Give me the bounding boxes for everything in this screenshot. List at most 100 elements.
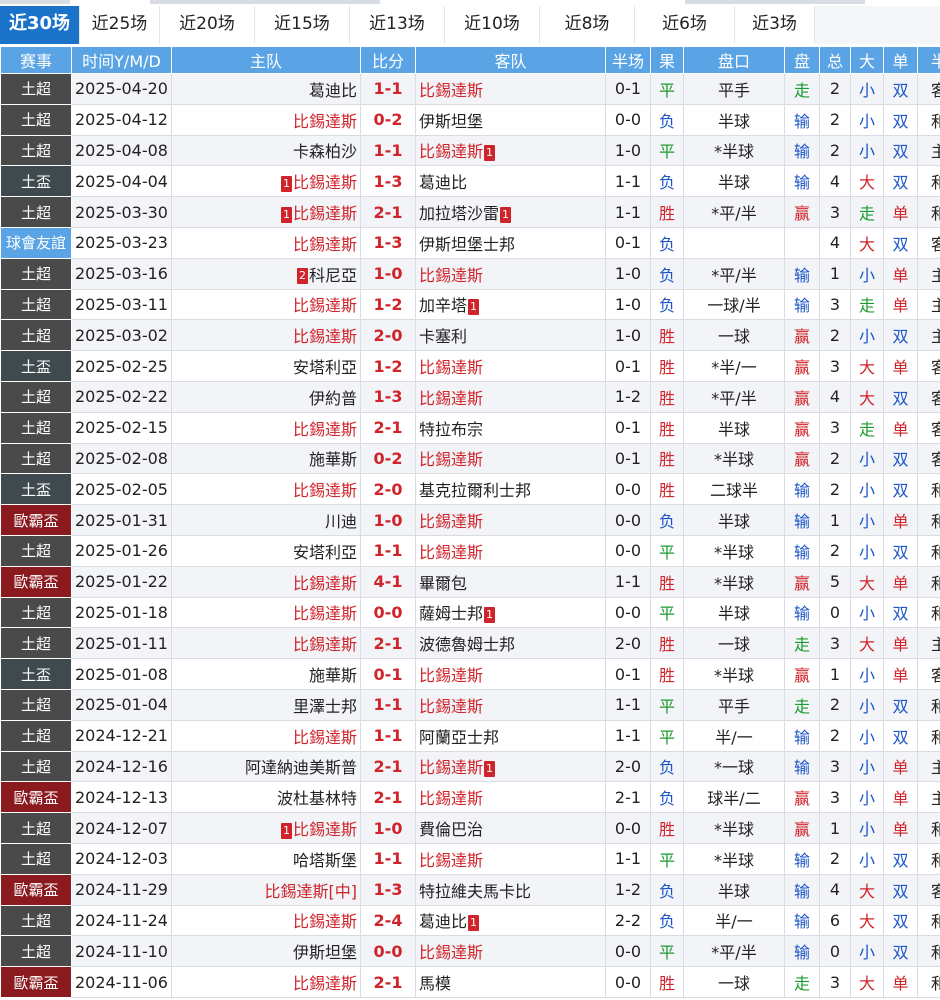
home-team-cell[interactable]: 安塔利亞 — [171, 534, 361, 567]
home-team-cell[interactable]: 里澤士邦 — [171, 688, 361, 721]
column-header[interactable]: 主队 — [171, 46, 361, 74]
table-row[interactable]: 土盃2025-01-08施華斯0-1比錫達斯0-1胜*半球赢1小单客 — [0, 658, 940, 690]
away-team-cell[interactable]: 比錫達斯 — [415, 442, 606, 475]
table-row[interactable]: 土超2025-01-26 安塔利亞1-1比錫達斯 0-0平*半球输2小双和 — [0, 534, 940, 567]
tab-近8场[interactable]: 近8场 — [540, 6, 635, 44]
home-team-cell[interactable]: 葛迪比 — [171, 73, 361, 105]
home-team-cell[interactable]: 安塔利亞 — [171, 350, 361, 382]
away-team-cell[interactable]: 畢爾包 — [415, 565, 606, 598]
home-team-cell[interactable]: 川迪 — [171, 504, 361, 536]
table-row[interactable]: 土超2025-01-11 比錫達斯2-1波德魯姆士邦 2-0胜一球走3大单主 — [0, 627, 940, 660]
column-header[interactable]: 总 — [819, 46, 851, 74]
column-header[interactable]: 单 — [883, 46, 918, 74]
column-header[interactable]: 盘口 — [683, 46, 785, 74]
home-team-cell[interactable]: 伊約普 — [171, 380, 361, 413]
home-team-cell[interactable]: 比錫達斯 — [171, 904, 361, 937]
away-team-cell[interactable]: 特拉維夫馬卡比 — [415, 873, 606, 906]
table-row[interactable]: 土超2024-12-21比錫達斯1-1阿蘭亞士邦1-1平半/一输2小双和 — [0, 719, 940, 752]
tab-近25场[interactable]: 近25场 — [80, 6, 160, 44]
tab-近30场[interactable]: 近30场 — [0, 6, 80, 44]
table-row[interactable]: 土超2025-03-301比錫達斯2-1加拉塔沙雷11-1胜*平/半赢3走单和 — [0, 196, 940, 228]
away-team-cell[interactable]: 比錫達斯 1 — [415, 134, 606, 167]
table-row[interactable]: 土超2025-02-15 比錫達斯2-1特拉布宗 0-1胜半球赢3走单客 — [0, 411, 940, 444]
column-header[interactable]: 时间Y/M/D — [71, 46, 172, 74]
away-team-cell[interactable]: 卡塞利 — [415, 319, 606, 352]
table-row[interactable]: 球會友誼2025-03-23 比錫達斯1-3伊斯坦堡士邦 0-1负 4大双客 — [0, 226, 940, 259]
column-header[interactable]: 半 — [917, 46, 940, 74]
table-row[interactable]: 土盃2025-02-25 安塔利亞1-2比錫達斯 0-1胜*半/一赢3大单客 — [0, 350, 940, 382]
away-team-cell[interactable]: 波德魯姆士邦 — [415, 627, 606, 660]
away-team-cell[interactable]: 比錫達斯 — [415, 73, 606, 105]
home-team-cell[interactable]: 哈塔斯堡 — [171, 842, 361, 875]
table-row[interactable]: 土超2025-02-08 施華斯0-2比錫達斯 0-1胜*半球赢2小双客 — [0, 442, 940, 475]
away-team-cell[interactable]: 馬模 — [415, 966, 606, 998]
home-team-cell[interactable]: 比錫達斯 — [171, 596, 361, 629]
table-row[interactable]: 歐霸盃2024-12-13波杜基林特2-1比錫達斯2-1负球半/二赢3小单主 — [0, 781, 940, 814]
home-team-cell[interactable]: 比錫達斯 — [171, 627, 361, 660]
away-team-cell[interactable]: 比錫達斯 — [415, 781, 606, 814]
away-team-cell[interactable]: 加拉塔沙雷 1 — [415, 196, 606, 228]
column-header[interactable]: 客队 — [415, 46, 606, 74]
away-team-cell[interactable]: 比錫達斯 — [415, 935, 606, 968]
tab-近15场[interactable]: 近15场 — [255, 6, 350, 44]
away-team-cell[interactable]: 比錫達斯 — [415, 534, 606, 567]
away-team-cell[interactable]: 葛迪比 — [415, 165, 606, 198]
column-header[interactable]: 果 — [650, 46, 684, 74]
table-row[interactable]: 土超2025-02-22 伊約普1-3比錫達斯 1-2胜*平/半赢4大双客 — [0, 380, 940, 413]
home-team-cell[interactable]: 波杜基林特 — [171, 781, 361, 814]
home-team-cell[interactable]: 比錫達斯 — [171, 226, 361, 259]
table-row[interactable]: 土超2025-04-20 葛迪比1-1比錫達斯 0-1平平手走2小双客 — [0, 73, 940, 105]
home-team-cell[interactable]: 阿達納迪美斯普 — [171, 750, 361, 783]
home-team-cell[interactable]: 1 比錫達斯 — [171, 165, 361, 198]
home-team-cell[interactable]: 比錫達斯 — [171, 473, 361, 506]
table-row[interactable]: 土超2024-11-24比錫達斯2-4葛迪比12-2负半/一输6大双和 — [0, 904, 940, 937]
table-row[interactable]: 土盃2025-04-041比錫達斯1-3葛迪比1-1负半球输4大双和 — [0, 165, 940, 198]
tab-近20场[interactable]: 近20场 — [160, 6, 255, 44]
table-row[interactable]: 歐霸盃2025-01-22 比錫達斯4-1畢爾包 1-1胜*半球赢5大单和 — [0, 565, 940, 598]
tab-近13场[interactable]: 近13场 — [350, 6, 445, 44]
away-team-cell[interactable]: 比錫達斯 — [415, 257, 606, 290]
column-header[interactable]: 比分 — [360, 46, 416, 74]
away-team-cell[interactable]: 比錫達斯 — [415, 504, 606, 536]
home-team-cell[interactable]: 比錫達斯 — [171, 411, 361, 444]
column-header[interactable]: 盘 — [784, 46, 820, 74]
away-team-cell[interactable]: 比錫達斯 — [415, 688, 606, 721]
table-row[interactable]: 歐霸盃2024-11-06 比錫達斯2-1馬模 0-0胜一球走3大单和 — [0, 966, 940, 998]
table-row[interactable]: 土超2025-03-02 比錫達斯2-0卡塞利 1-0胜一球赢2小双主 — [0, 319, 940, 352]
home-team-cell[interactable]: 比錫達斯 — [171, 319, 361, 352]
table-row[interactable]: 土超2025-01-04里澤士邦1-1比錫達斯1-1平平手走2小双和 — [0, 688, 940, 721]
home-team-cell[interactable]: 2 科尼亞 — [171, 257, 361, 290]
away-team-cell[interactable]: 薩姆士邦 1 — [415, 596, 606, 629]
away-team-cell[interactable]: 比錫達斯 1 — [415, 750, 606, 783]
column-header[interactable]: 大 — [850, 46, 884, 74]
home-team-cell[interactable]: 比錫達斯 — [171, 565, 361, 598]
table-row[interactable]: 土超2025-03-11比錫達斯1-2加辛塔11-0负一球/半输3走单主 — [0, 288, 940, 321]
tab-近10场[interactable]: 近10场 — [445, 6, 540, 44]
table-row[interactable]: 土超2025-03-162科尼亞1-0比錫達斯1-0负*平/半输1小单主 — [0, 257, 940, 290]
home-team-cell[interactable]: 比錫達斯 — [171, 103, 361, 136]
away-team-cell[interactable]: 比錫達斯 — [415, 350, 606, 382]
away-team-cell[interactable]: 加辛塔 1 — [415, 288, 606, 321]
tab-近6场[interactable]: 近6场 — [635, 6, 735, 44]
away-team-cell[interactable]: 特拉布宗 — [415, 411, 606, 444]
table-row[interactable]: 土超2024-12-071比錫達斯1-0費倫巴治0-0胜*半球赢1小单和 — [0, 812, 940, 844]
table-row[interactable]: 土超2024-12-03哈塔斯堡1-1比錫達斯1-1平*半球输2小双和 — [0, 842, 940, 875]
away-team-cell[interactable]: 葛迪比 1 — [415, 904, 606, 937]
table-row[interactable]: 土盃2025-02-05 比錫達斯2-0基克拉爾利士邦 0-0胜二球半输2小双和 — [0, 473, 940, 506]
away-team-cell[interactable]: 伊斯坦堡士邦 — [415, 226, 606, 259]
away-team-cell[interactable]: 費倫巴治 — [415, 812, 606, 844]
home-team-cell[interactable]: 1 比錫達斯 — [171, 812, 361, 844]
away-team-cell[interactable]: 基克拉爾利士邦 — [415, 473, 606, 506]
tab-近3场[interactable]: 近3场 — [735, 6, 815, 44]
home-team-cell[interactable]: 比錫達斯[中] — [171, 873, 361, 906]
home-team-cell[interactable]: 施華斯 — [171, 442, 361, 475]
column-header[interactable]: 半场 — [605, 46, 651, 74]
table-row[interactable]: 歐霸盃 2024-11-29 比錫達斯[中] 1-3 特拉維夫馬卡比 1-2 负半球输 4 大双… — [0, 873, 940, 906]
table-row[interactable]: 土超2025-01-18比錫達斯0-0薩姆士邦10-0平半球输0小双和 — [0, 596, 940, 629]
table-row[interactable]: 土超2024-11-10伊斯坦堡0-0比錫達斯0-0平*平/半输0小双和 — [0, 935, 940, 968]
table-row[interactable]: 土超2025-04-08卡森柏沙1-1比錫達斯11-0平*半球输2小双主 — [0, 134, 940, 167]
home-team-cell[interactable]: 比錫達斯 — [171, 288, 361, 321]
away-team-cell[interactable]: 比錫達斯 — [415, 842, 606, 875]
home-team-cell[interactable]: 比錫達斯 — [171, 966, 361, 998]
away-team-cell[interactable]: 伊斯坦堡 — [415, 103, 606, 136]
